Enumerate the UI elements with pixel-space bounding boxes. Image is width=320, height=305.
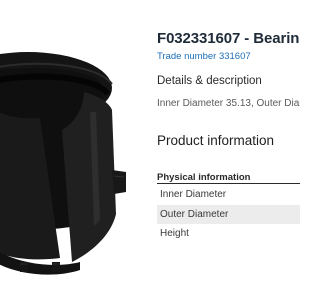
spec-label: Inner Diameter <box>160 189 227 200</box>
physical-information-divider <box>157 183 300 184</box>
spec-row-height: Height <box>157 224 300 244</box>
product-information-heading: Product information <box>157 133 275 148</box>
trade-number: Trade number 331607 <box>157 51 251 62</box>
bearing-ring-image-icon <box>0 52 126 275</box>
spec-label: Outer Diameter <box>160 208 229 220</box>
product-title: F032331607 - Bearing <box>157 30 300 47</box>
product-details-panel: F032331607 - Bearing Trade number 331607… <box>157 0 300 300</box>
product-image <box>0 0 140 300</box>
spec-label: Height <box>160 228 189 239</box>
spec-row-outer-diameter: Outer Diameter <box>157 204 300 224</box>
physical-spec-table: Inner Diameter Outer Diameter Height <box>157 185 300 244</box>
details-heading: Details & description <box>157 75 262 87</box>
physical-information-heading: Physical information <box>157 172 251 183</box>
details-description: Inner Diameter 35.13, Outer Diameter <box>157 98 300 109</box>
spec-row-inner-diameter: Inner Diameter <box>157 185 300 205</box>
